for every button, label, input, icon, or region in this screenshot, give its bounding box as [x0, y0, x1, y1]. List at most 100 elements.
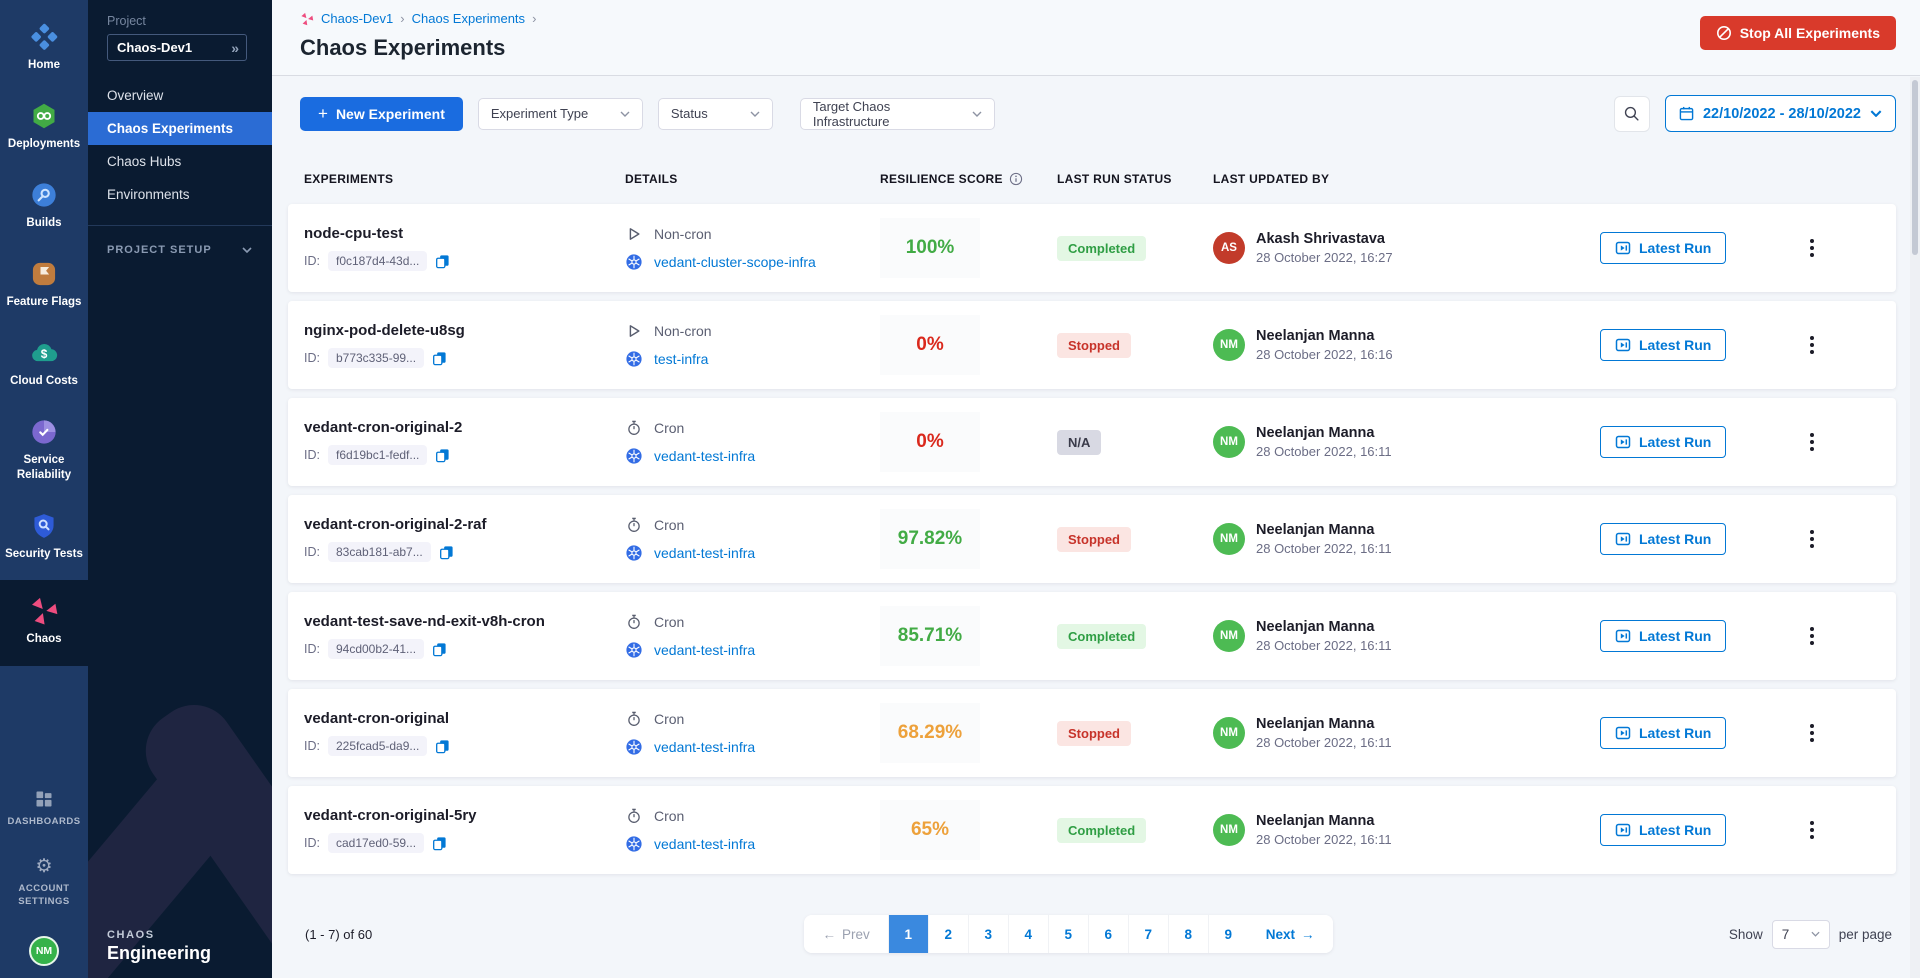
rail-item-dashboards[interactable]: DASHBOARDS: [0, 778, 88, 838]
copy-icon[interactable]: [432, 351, 447, 366]
experiment-type-filter[interactable]: Experiment Type: [478, 98, 643, 130]
page-title: Chaos Experiments: [300, 35, 1896, 61]
page-number-button[interactable]: 5: [1048, 915, 1088, 953]
score-value: 0%: [916, 334, 943, 356]
new-experiment-button[interactable]: + New Experiment: [300, 97, 463, 131]
status-badge: Stopped: [1057, 333, 1131, 358]
stop-all-experiments-button[interactable]: Stop All Experiments: [1700, 16, 1896, 50]
copy-icon[interactable]: [435, 448, 450, 463]
copy-icon[interactable]: [439, 545, 454, 560]
latest-run-button[interactable]: Latest Run: [1600, 717, 1726, 749]
page-number-button[interactable]: 3: [968, 915, 1008, 953]
experiment-name[interactable]: vedant-cron-original-5ry: [304, 807, 625, 824]
infrastructure-link[interactable]: vedant-test-infra: [654, 642, 755, 658]
last-updated-by-cell: NM Neelanjan Manna 28 October 2022, 16:1…: [1213, 328, 1600, 362]
user-avatar[interactable]: NM: [29, 936, 59, 966]
infrastructure-link[interactable]: vedant-test-infra: [654, 836, 755, 852]
experiment-name[interactable]: vedant-cron-original-2-raf: [304, 516, 625, 533]
infrastructure-link[interactable]: vedant-test-infra: [654, 448, 755, 464]
sidebar-nav-item[interactable]: Overview: [88, 79, 272, 112]
status-filter[interactable]: Status: [658, 98, 773, 130]
non-cron-play-icon: [625, 226, 643, 242]
experiment-name[interactable]: nginx-pod-delete-u8sg: [304, 322, 625, 339]
page-number-button[interactable]: 2: [928, 915, 968, 953]
last-run-status-cell: Completed: [1057, 818, 1213, 843]
next-page-button[interactable]: Next →: [1248, 915, 1333, 953]
breadcrumb-link-page[interactable]: Chaos Experiments: [412, 11, 537, 26]
prev-page-button[interactable]: ← Prev: [804, 915, 887, 953]
info-icon[interactable]: [1009, 172, 1023, 186]
page-number-button[interactable]: 1: [888, 915, 928, 953]
latest-run-button[interactable]: Latest Run: [1600, 620, 1726, 652]
page-number-button[interactable]: 8: [1168, 915, 1208, 953]
row-menu-kebab-icon[interactable]: [1799, 524, 1825, 554]
sidebar-nav-item[interactable]: Chaos Experiments: [88, 112, 272, 145]
sidebar-nav-item[interactable]: Chaos Hubs: [88, 145, 272, 178]
scrollbar-thumb[interactable]: [1912, 80, 1918, 255]
experiment-name[interactable]: vedant-test-save-nd-exit-v8h-cron: [304, 613, 625, 630]
experiment-name[interactable]: vedant-cron-original: [304, 710, 625, 727]
breadcrumb-link-project[interactable]: Chaos-Dev1: [321, 11, 405, 26]
rail-item-chaos[interactable]: Chaos: [0, 580, 88, 667]
page-number-button[interactable]: 9: [1208, 915, 1248, 953]
latest-run-button[interactable]: Latest Run: [1600, 232, 1726, 264]
row-menu-kebab-icon[interactable]: [1799, 233, 1825, 263]
rail-item-label: Feature Flags: [2, 295, 86, 310]
sidebar-nav-item[interactable]: Environments: [88, 178, 272, 211]
pagination-summary: (1 - 7) of 60: [305, 927, 505, 942]
row-menu-kebab-icon[interactable]: [1799, 330, 1825, 360]
chevron-down-icon: [1870, 110, 1882, 117]
infrastructure-line: test-infra: [625, 351, 880, 367]
copy-icon[interactable]: [435, 739, 450, 754]
experiment-name-cell: node-cpu-test ID: f0c187d4-43d...: [304, 225, 625, 271]
infrastructure-link[interactable]: vedant-cluster-scope-infra: [654, 254, 816, 270]
copy-icon[interactable]: [432, 836, 447, 851]
infrastructure-link[interactable]: vedant-test-infra: [654, 739, 755, 755]
collapse-icon[interactable]: »: [231, 40, 239, 56]
next-label: Next: [1266, 927, 1295, 942]
experiment-id: ID: cad17ed0-59...: [304, 833, 625, 853]
row-menu-kebab-icon[interactable]: [1799, 427, 1825, 457]
experiment-name[interactable]: vedant-cron-original-2: [304, 419, 625, 436]
rail-item-builds[interactable]: Builds: [0, 170, 88, 241]
vertical-scrollbar[interactable]: [1910, 77, 1920, 978]
rail-item-label: Cloud Costs: [2, 374, 86, 389]
rail-item-feature-flags[interactable]: Feature Flags: [0, 249, 88, 320]
row-menu-kebab-icon[interactable]: [1799, 815, 1825, 845]
kubernetes-icon: [625, 254, 643, 270]
rail-item-cloud-costs[interactable]: $ Cloud Costs: [0, 328, 88, 399]
date-range-picker[interactable]: 22/10/2022 - 28/10/2022: [1665, 95, 1896, 132]
rail-item-home[interactable]: Home: [0, 12, 88, 83]
latest-run-button[interactable]: Latest Run: [1600, 523, 1726, 555]
experiment-name[interactable]: node-cpu-test: [304, 225, 625, 242]
row-menu-kebab-icon[interactable]: [1799, 621, 1825, 651]
schedule-type-label: Cron: [654, 711, 684, 727]
target-infrastructure-filter[interactable]: Target Chaos Infrastructure: [800, 98, 995, 130]
id-value: 83cab181-ab7...: [328, 542, 431, 562]
status-badge: Stopped: [1057, 527, 1131, 552]
rail-item-deployments[interactable]: Deployments: [0, 91, 88, 162]
latest-run-button[interactable]: Latest Run: [1600, 329, 1726, 361]
page-size-select[interactable]: 7: [1772, 920, 1830, 949]
plus-icon: +: [318, 105, 328, 122]
row-menu-kebab-icon[interactable]: [1799, 718, 1825, 748]
resilience-score-cell: 100%: [880, 218, 1057, 278]
rail-item-security-tests[interactable]: Security Tests: [0, 501, 88, 572]
rail-item-account-settings[interactable]: ⚙ ACCOUNT SETTINGS: [0, 845, 88, 918]
project-selector[interactable]: Chaos-Dev1 »: [107, 34, 247, 61]
copy-icon[interactable]: [432, 642, 447, 657]
copy-icon[interactable]: [435, 254, 450, 269]
last-updated-by-cell: NM Neelanjan Manna 28 October 2022, 16:1…: [1213, 716, 1600, 750]
page-number-button[interactable]: 6: [1088, 915, 1128, 953]
rail-item-service-reliability[interactable]: Service Reliability: [0, 407, 88, 493]
details-cell: Cron vedant-test-infra: [625, 614, 880, 658]
resilience-score-cell: 0%: [880, 412, 1057, 472]
latest-run-button[interactable]: Latest Run: [1600, 426, 1726, 458]
page-number-button[interactable]: 4: [1008, 915, 1048, 953]
page-number-button[interactable]: 7: [1128, 915, 1168, 953]
infrastructure-link[interactable]: test-infra: [654, 351, 708, 367]
infrastructure-link[interactable]: vedant-test-infra: [654, 545, 755, 561]
latest-run-button[interactable]: Latest Run: [1600, 814, 1726, 846]
search-button[interactable]: [1614, 96, 1650, 132]
project-setup-toggle[interactable]: PROJECT SETUP: [88, 226, 272, 256]
